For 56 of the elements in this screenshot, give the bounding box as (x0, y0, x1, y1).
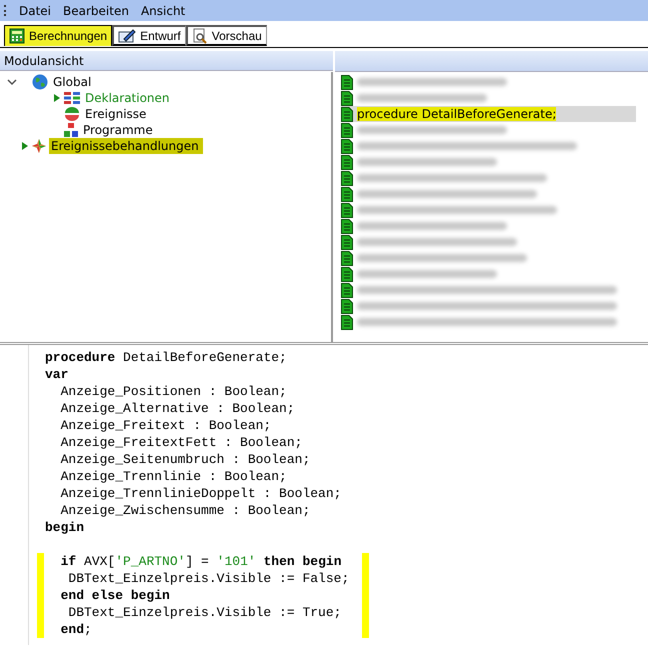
document-icon (341, 74, 353, 90)
code-line: Anzeige_Alternative : Boolean; (60, 401, 295, 416)
tree-item[interactable]: Deklarationen (83, 91, 172, 105)
code-line: Anzeige_Positionen : Boolean; (60, 384, 287, 399)
document-icon (341, 122, 353, 138)
half-disc-icon (64, 107, 80, 121)
grid-icon (64, 92, 80, 104)
document-icon (341, 90, 353, 106)
document-icon (341, 234, 353, 250)
cross-icon (32, 139, 46, 153)
code-line: Anzeige_Trennlinie : Boolean; (60, 469, 287, 484)
blocks-icon (64, 123, 78, 137)
code-line: Anzeige_Freitext : Boolean; (60, 418, 272, 433)
list-row[interactable]: procedure DetailBeforeGenerate; (341, 106, 636, 122)
triangle-icon (53, 93, 61, 103)
code-line: DBText_Einzelpreis.Visible := False; (67, 571, 350, 586)
tree-item[interactable]: Global (51, 75, 94, 89)
code-line: end else begin (60, 588, 170, 603)
tree-item[interactable]: Ereignissebehandlungen (49, 138, 203, 154)
menu-item[interactable]: Ansicht (140, 4, 186, 18)
code-line: var (45, 367, 68, 382)
code-line: Anzeige_TrennlinieDoppelt : Boolean; (60, 486, 342, 501)
pencil-icon (118, 28, 136, 44)
code-line: Anzeige_Seitenumbruch : Boolean; (60, 452, 310, 467)
panel-header: Modulansicht (0, 51, 333, 71)
magnifier-icon (192, 28, 208, 44)
document-icon (341, 282, 353, 298)
code-line: Anzeige_FreitextFett : Boolean; (60, 435, 302, 450)
tree-item[interactable]: Ereignisse (83, 107, 148, 121)
code-line: Anzeige_Zwischensumme : Boolean; (60, 503, 310, 518)
document-icon (341, 250, 353, 266)
tab[interactable]: Berechnungen (4, 25, 112, 46)
triangle-icon (21, 141, 29, 151)
menu-item[interactable]: Datei (18, 4, 52, 18)
tab[interactable]: Vorschau (186, 25, 267, 46)
tree-item[interactable]: Programme (81, 123, 155, 137)
globe-icon (32, 74, 48, 90)
code-line: begin (45, 520, 84, 535)
document-icon (341, 186, 353, 202)
procedure-name: procedure DetailBeforeGenerate; (357, 107, 556, 121)
document-icon (341, 154, 353, 170)
calculator-icon (9, 28, 25, 44)
code-line: DBText_Einzelpreis.Visible := True; (67, 605, 342, 620)
tab[interactable]: Entwurf (112, 25, 186, 46)
document-icon (341, 218, 353, 234)
document-icon (341, 138, 353, 154)
document-icon (341, 170, 353, 186)
code-line: end; (60, 622, 92, 637)
document-icon (341, 298, 353, 314)
document-icon (341, 202, 353, 218)
menu-item[interactable]: Bearbeiten (62, 4, 130, 18)
document-icon (341, 266, 353, 282)
document-icon (341, 106, 353, 122)
code-line: procedure DetailBeforeGenerate; (45, 350, 287, 365)
document-icon (341, 314, 353, 330)
code-line: if AVX['P_ARTNO'] = '101' then begin (60, 554, 342, 569)
